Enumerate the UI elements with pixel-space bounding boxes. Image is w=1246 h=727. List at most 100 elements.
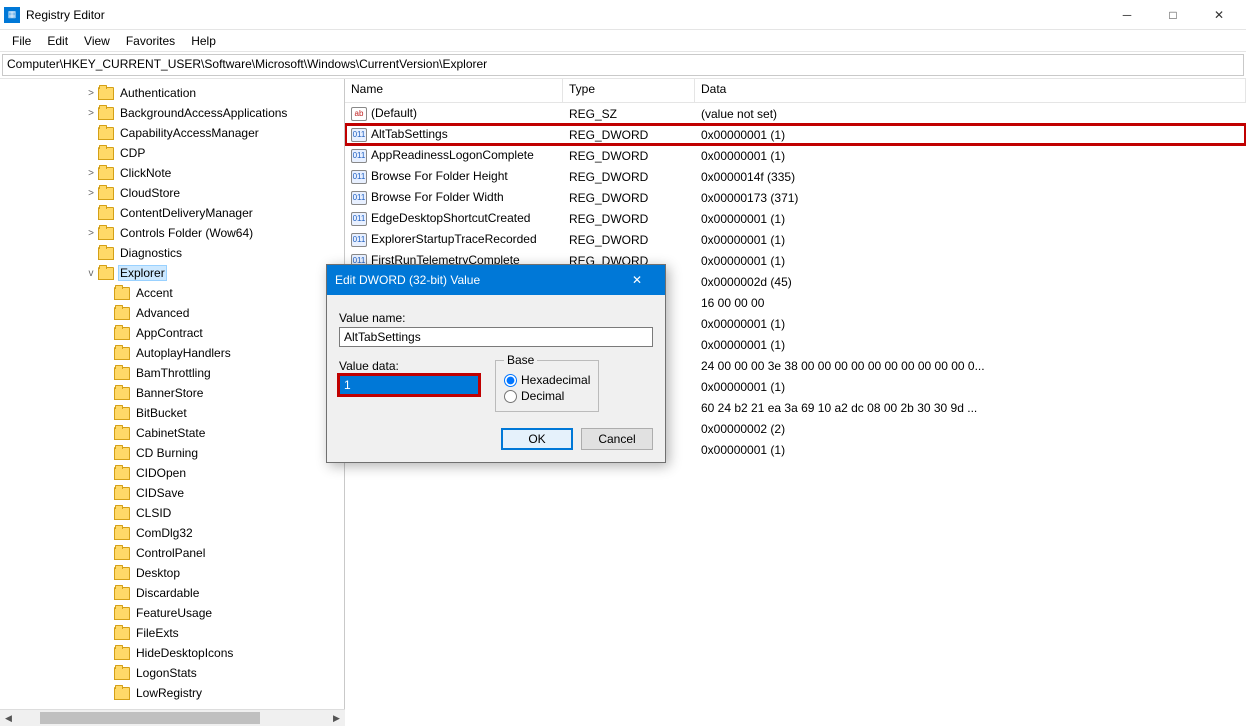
folder-icon bbox=[114, 347, 130, 360]
col-header-data[interactable]: Data bbox=[695, 79, 1246, 102]
tree-item-CDP[interactable]: CDP bbox=[24, 143, 344, 163]
expand-icon[interactable]: > bbox=[84, 228, 98, 239]
tree-item-LogonStats[interactable]: LogonStats bbox=[24, 663, 344, 683]
value-data: 0x00000001 (1) bbox=[695, 148, 1246, 164]
menu-help[interactable]: Help bbox=[183, 32, 224, 50]
tree-item-Desktop[interactable]: Desktop bbox=[24, 563, 344, 583]
cancel-button[interactable]: Cancel bbox=[581, 428, 653, 450]
minimize-button[interactable]: ─ bbox=[1104, 0, 1150, 30]
folder-icon bbox=[114, 527, 130, 540]
list-row[interactable]: 011Browse For Folder WidthREG_DWORD0x000… bbox=[345, 187, 1246, 208]
value-name-input[interactable] bbox=[339, 327, 653, 347]
tree-item-CapabilityAccessManager[interactable]: CapabilityAccessManager bbox=[24, 123, 344, 143]
list-row[interactable]: 011AppReadinessLogonCompleteREG_DWORD0x0… bbox=[345, 145, 1246, 166]
value-data-input[interactable] bbox=[339, 375, 479, 395]
radio-decimal[interactable] bbox=[504, 390, 517, 403]
tree-label: BamThrottling bbox=[134, 365, 213, 381]
tree-item-ComDlg32[interactable]: ComDlg32 bbox=[24, 523, 344, 543]
tree-item-Diagnostics[interactable]: Diagnostics bbox=[24, 243, 344, 263]
expand-icon[interactable]: > bbox=[84, 108, 98, 119]
folder-icon bbox=[114, 607, 130, 620]
folder-icon bbox=[114, 427, 130, 440]
menu-file[interactable]: File bbox=[4, 32, 39, 50]
list-row[interactable]: 011AltTabSettingsREG_DWORD0x00000001 (1) bbox=[345, 124, 1246, 145]
expand-icon[interactable]: > bbox=[84, 188, 98, 199]
tree-label: LowRegistry bbox=[134, 685, 204, 701]
menu-edit[interactable]: Edit bbox=[39, 32, 76, 50]
tree-item-CIDSave[interactable]: CIDSave bbox=[24, 483, 344, 503]
scroll-left-icon[interactable]: ◀ bbox=[0, 710, 17, 727]
window-title: Registry Editor bbox=[26, 8, 1104, 22]
folder-icon bbox=[114, 307, 130, 320]
tree-pane[interactable]: >Authentication>BackgroundAccessApplicat… bbox=[0, 79, 345, 709]
tree-label: CLSID bbox=[134, 505, 173, 521]
list-header: Name Type Data bbox=[345, 79, 1246, 103]
folder-icon bbox=[98, 267, 114, 280]
tree-item-CabinetState[interactable]: CabinetState bbox=[24, 423, 344, 443]
col-header-name[interactable]: Name bbox=[345, 79, 563, 102]
menu-favorites[interactable]: Favorites bbox=[118, 32, 183, 50]
tree-label: CIDOpen bbox=[134, 465, 188, 481]
value-name: AltTabSettings bbox=[371, 127, 448, 141]
radio-hexadecimal[interactable] bbox=[504, 374, 517, 387]
list-row[interactable]: ab(Default)REG_SZ(value not set) bbox=[345, 103, 1246, 124]
dialog-title: Edit DWORD (32-bit) Value bbox=[335, 273, 617, 287]
expand-icon[interactable]: > bbox=[84, 88, 98, 99]
ok-button[interactable]: OK bbox=[501, 428, 573, 450]
tree-item-AutoplayHandlers[interactable]: AutoplayHandlers bbox=[24, 343, 344, 363]
tree-item-CLSID[interactable]: CLSID bbox=[24, 503, 344, 523]
folder-icon bbox=[114, 447, 130, 460]
list-row[interactable]: 011EdgeDesktopShortcutCreatedREG_DWORD0x… bbox=[345, 208, 1246, 229]
folder-icon bbox=[114, 507, 130, 520]
tree-label: ClickNote bbox=[118, 165, 173, 181]
tree-item-Advanced[interactable]: Advanced bbox=[24, 303, 344, 323]
tree-label: BannerStore bbox=[134, 385, 205, 401]
expand-icon[interactable]: v bbox=[84, 268, 98, 279]
scroll-thumb[interactable] bbox=[40, 712, 260, 724]
tree-item-LowRegistry[interactable]: LowRegistry bbox=[24, 683, 344, 703]
tree-item-CloudStore[interactable]: >CloudStore bbox=[24, 183, 344, 203]
list-row[interactable]: 011Browse For Folder HeightREG_DWORD0x00… bbox=[345, 166, 1246, 187]
title-bar: ▦ Registry Editor ─ □ ✕ bbox=[0, 0, 1246, 30]
dialog-title-bar[interactable]: Edit DWORD (32-bit) Value ✕ bbox=[327, 265, 665, 295]
tree-item-Authentication[interactable]: >Authentication bbox=[24, 83, 344, 103]
tree-item-BannerStore[interactable]: BannerStore bbox=[24, 383, 344, 403]
app-icon: ▦ bbox=[4, 7, 20, 23]
tree-item-ContentDeliveryManager[interactable]: ContentDeliveryManager bbox=[24, 203, 344, 223]
tree-label: Desktop bbox=[134, 565, 182, 581]
tree-item-ControlPanel[interactable]: ControlPanel bbox=[24, 543, 344, 563]
tree-item-CIDOpen[interactable]: CIDOpen bbox=[24, 463, 344, 483]
value-data: 16 00 00 00 bbox=[695, 295, 1246, 311]
value-data: 0x00000001 (1) bbox=[695, 232, 1246, 248]
tree-item-CD Burning[interactable]: CD Burning bbox=[24, 443, 344, 463]
maximize-button[interactable]: □ bbox=[1150, 0, 1196, 30]
tree-item-Discardable[interactable]: Discardable bbox=[24, 583, 344, 603]
menu-view[interactable]: View bbox=[76, 32, 118, 50]
value-name: AppReadinessLogonComplete bbox=[371, 148, 534, 162]
tree-item-HideDesktopIcons[interactable]: HideDesktopIcons bbox=[24, 643, 344, 663]
address-bar[interactable]: Computer\HKEY_CURRENT_USER\Software\Micr… bbox=[2, 54, 1244, 76]
folder-icon bbox=[114, 547, 130, 560]
close-button[interactable]: ✕ bbox=[1196, 0, 1242, 30]
tree-item-FeatureUsage[interactable]: FeatureUsage bbox=[24, 603, 344, 623]
folder-icon bbox=[114, 687, 130, 700]
tree-item-BitBucket[interactable]: BitBucket bbox=[24, 403, 344, 423]
tree-scrollbar[interactable]: ◀ ▶ bbox=[0, 709, 345, 726]
tree-item-explorer[interactable]: v Explorer bbox=[24, 263, 344, 283]
dialog-close-button[interactable]: ✕ bbox=[617, 265, 657, 295]
tree-item-Controls Folder (Wow64)[interactable]: >Controls Folder (Wow64) bbox=[24, 223, 344, 243]
tree-item-BackgroundAccessApplications[interactable]: > BackgroundAccessApplications bbox=[24, 103, 344, 123]
tree-label: Explorer bbox=[118, 265, 167, 281]
tree-item-Accent[interactable]: Accent bbox=[24, 283, 344, 303]
col-header-type[interactable]: Type bbox=[563, 79, 695, 102]
tree-item-AppContract[interactable]: AppContract bbox=[24, 323, 344, 343]
expand-icon[interactable]: > bbox=[84, 168, 98, 179]
tree-item-BamThrottling[interactable]: BamThrottling bbox=[24, 363, 344, 383]
tree-item-ClickNote[interactable]: > ClickNote bbox=[24, 163, 344, 183]
tree-label: CapabilityAccessManager bbox=[118, 125, 261, 141]
folder-icon bbox=[114, 567, 130, 580]
scroll-right-icon[interactable]: ▶ bbox=[328, 710, 345, 727]
tree-label: BackgroundAccessApplications bbox=[118, 105, 289, 121]
tree-item-FileExts[interactable]: FileExts bbox=[24, 623, 344, 643]
list-row[interactable]: 011ExplorerStartupTraceRecordedREG_DWORD… bbox=[345, 229, 1246, 250]
